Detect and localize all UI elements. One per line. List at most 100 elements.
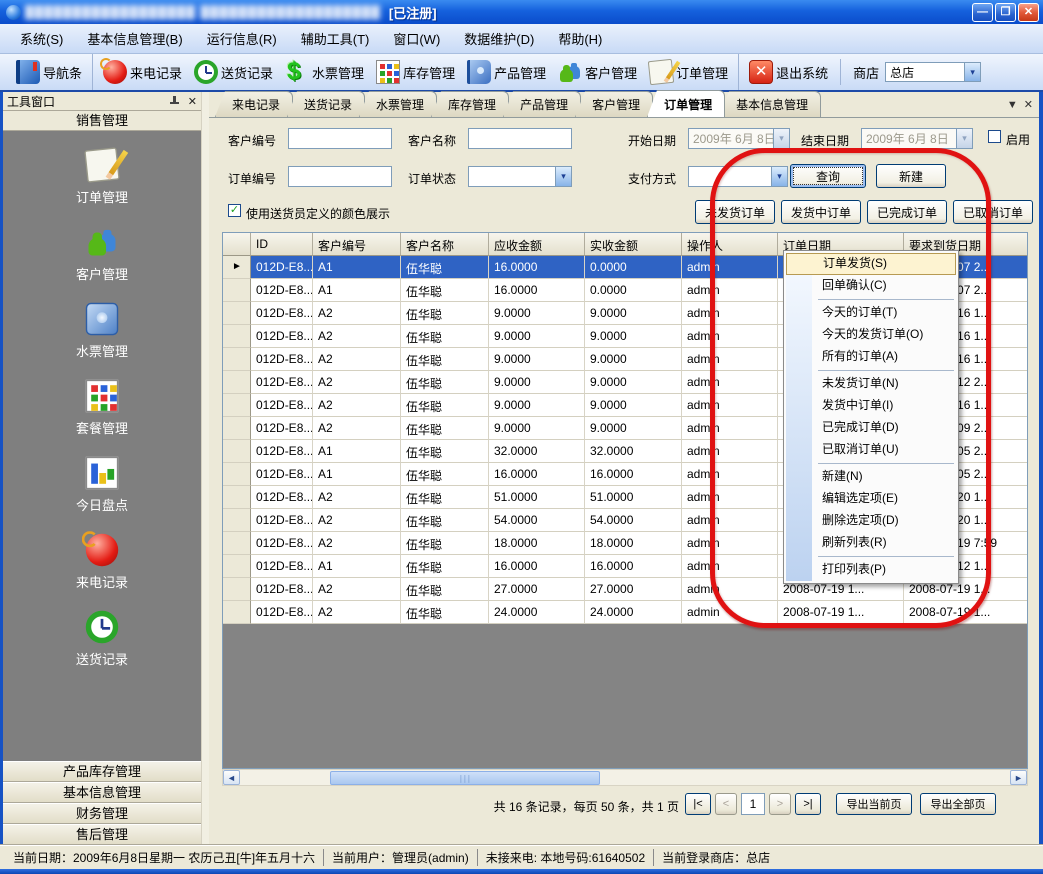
toolbar-button[interactable]: 送货记录	[188, 54, 279, 90]
minimize-button[interactable]: —	[972, 3, 993, 22]
toolbar-button[interactable]: 水票管理	[279, 54, 370, 90]
enable-checkbox[interactable]	[988, 130, 1001, 143]
page-input[interactable]	[741, 793, 765, 815]
menu-item[interactable]: 帮助(H)	[546, 25, 614, 52]
context-menu-item[interactable]: 未发货订单(N)	[786, 373, 956, 395]
table-horizontal-scrollbar[interactable]: ◄ ►	[222, 769, 1028, 786]
row-selector-cell[interactable]	[223, 417, 251, 440]
column-header[interactable]	[223, 233, 251, 256]
pin-icon[interactable]	[169, 96, 180, 107]
sidebar-section-bar[interactable]: 财务管理	[3, 803, 201, 824]
payment-select[interactable]: ▾	[688, 166, 788, 187]
start-date-picker[interactable]: 2009年 6月 8日 ▾	[688, 128, 790, 149]
scroll-left-icon[interactable]: ◄	[223, 770, 240, 785]
menu-item[interactable]: 系统(S)	[8, 25, 75, 52]
unshipped-orders-button[interactable]: 未发货订单	[695, 200, 775, 224]
toolbar-button[interactable]: 导航条	[10, 54, 88, 90]
tab[interactable]: 产品管理	[503, 91, 581, 117]
tab[interactable]: 来电记录	[215, 91, 293, 117]
row-selector-cell[interactable]	[223, 555, 251, 578]
last-page-button[interactable]: >|	[795, 793, 821, 815]
color-display-checkbox[interactable]: ✓	[228, 204, 241, 217]
menu-item[interactable]: 数据维护(D)	[452, 25, 546, 52]
column-header-customer-name[interactable]: 客户名称	[401, 233, 489, 256]
menu-item[interactable]: 辅助工具(T)	[289, 25, 382, 52]
tab[interactable]: 库存管理	[431, 91, 509, 117]
column-header-customer-no[interactable]: 客户编号	[313, 233, 401, 256]
chevron-down-icon[interactable]: ▾	[964, 63, 980, 81]
toolbar-button[interactable]: 退出系统	[738, 54, 834, 90]
row-selector-cell[interactable]	[223, 440, 251, 463]
column-header-id[interactable]: ID	[251, 233, 313, 256]
export-all-pages-button[interactable]: 导出全部页	[920, 793, 996, 815]
chevron-down-icon[interactable]: ▾	[555, 167, 571, 186]
first-page-button[interactable]: |<	[685, 793, 711, 815]
tab[interactable]: 订单管理	[647, 90, 725, 117]
end-date-picker[interactable]: 2009年 6月 8日 ▾	[861, 128, 973, 149]
tab-list-dropdown-icon[interactable]: ▼	[1007, 99, 1024, 117]
column-header-received[interactable]: 实收金额	[585, 233, 682, 256]
row-selector-cell[interactable]	[223, 371, 251, 394]
tab[interactable]: 客户管理	[575, 91, 653, 117]
prev-page-button[interactable]: <	[715, 793, 737, 815]
row-selector-cell[interactable]	[223, 509, 251, 532]
context-menu-item[interactable]: 今天的发货订单(O)	[786, 324, 956, 346]
sidebar-scrollbar[interactable]	[201, 92, 209, 845]
toolbar-button[interactable]: 来电记录	[92, 54, 188, 90]
sidebar-section-bar[interactable]: 售后管理	[3, 824, 201, 845]
query-button[interactable]: 查询	[790, 164, 866, 188]
next-page-button[interactable]: >	[769, 793, 791, 815]
customer-name-input[interactable]	[468, 128, 572, 149]
row-selector-cell[interactable]	[223, 532, 251, 555]
sidebar-item[interactable]: 今日盘点	[76, 461, 128, 514]
toolbar-button[interactable]: 库存管理	[370, 54, 461, 90]
sidebar-section-bar[interactable]: 产品库存管理	[3, 761, 201, 782]
context-menu-item[interactable]: 发货中订单(I)	[786, 395, 956, 417]
context-menu-item[interactable]: 所有的订单(A)	[786, 346, 956, 368]
row-selector-cell[interactable]	[223, 486, 251, 509]
row-selector-cell[interactable]	[223, 394, 251, 417]
context-menu-item[interactable]: 打印列表(P)	[786, 559, 956, 581]
row-selector-cell[interactable]	[223, 302, 251, 325]
toolbar-button[interactable]: 订单管理	[643, 54, 734, 90]
sidebar-item[interactable]: 送货记录	[76, 615, 128, 668]
menu-item[interactable]: 窗口(W)	[381, 25, 452, 52]
tab-close-icon[interactable]: ✕	[1024, 98, 1039, 117]
export-current-page-button[interactable]: 导出当前页	[836, 793, 912, 815]
sidebar-close-icon[interactable]: ✕	[188, 95, 197, 108]
context-menu-item[interactable]: 订单发货(S)	[786, 253, 956, 275]
close-button[interactable]: ✕	[1018, 3, 1039, 22]
table-row[interactable]: 012D-E8... A2 伍华聪 24.0000 24.0000 admin …	[223, 601, 1028, 624]
row-selector-cell[interactable]	[223, 325, 251, 348]
shipping-orders-button[interactable]: 发货中订单	[781, 200, 861, 224]
context-menu-item[interactable]: 新建(N)	[786, 466, 956, 488]
sidebar-item[interactable]: 套餐管理	[76, 384, 128, 437]
tab[interactable]: 送货记录	[287, 91, 365, 117]
menu-item[interactable]: 运行信息(R)	[195, 25, 289, 52]
shop-select[interactable]: 总店 ▾	[885, 62, 981, 82]
toolbar-button[interactable]: 客户管理	[552, 54, 643, 90]
row-selector-cell[interactable]	[223, 279, 251, 302]
sidebar-section-bar[interactable]: 基本信息管理	[3, 782, 201, 803]
customer-no-input[interactable]	[288, 128, 392, 149]
new-button[interactable]: 新建	[876, 164, 946, 188]
row-selector-cell[interactable]	[223, 601, 251, 624]
column-header-operator[interactable]: 操作人	[682, 233, 778, 256]
tab[interactable]: 基本信息管理	[719, 91, 821, 117]
context-menu-item[interactable]: 编辑选定项(E)	[786, 488, 956, 510]
context-menu-item[interactable]: 删除选定项(D)	[786, 510, 956, 532]
completed-orders-button[interactable]: 已完成订单	[867, 200, 947, 224]
sidebar-item[interactable]: 水票管理	[76, 307, 128, 360]
tab[interactable]: 水票管理	[359, 91, 437, 117]
row-selector-cell[interactable]	[223, 348, 251, 371]
cancelled-orders-button[interactable]: 已取消订单	[953, 200, 1033, 224]
toolbar-button[interactable]: 产品管理	[461, 54, 552, 90]
sidebar-item[interactable]: 订单管理	[76, 153, 128, 206]
row-selector-cell[interactable]	[223, 463, 251, 486]
order-no-input[interactable]	[288, 166, 392, 187]
maximize-button[interactable]: ❐	[995, 3, 1016, 22]
scrollbar-thumb[interactable]	[330, 771, 600, 785]
column-header-receivable[interactable]: 应收金额	[489, 233, 585, 256]
order-status-select[interactable]: ▾	[468, 166, 572, 187]
menu-item[interactable]: 基本信息管理(B)	[75, 25, 194, 52]
